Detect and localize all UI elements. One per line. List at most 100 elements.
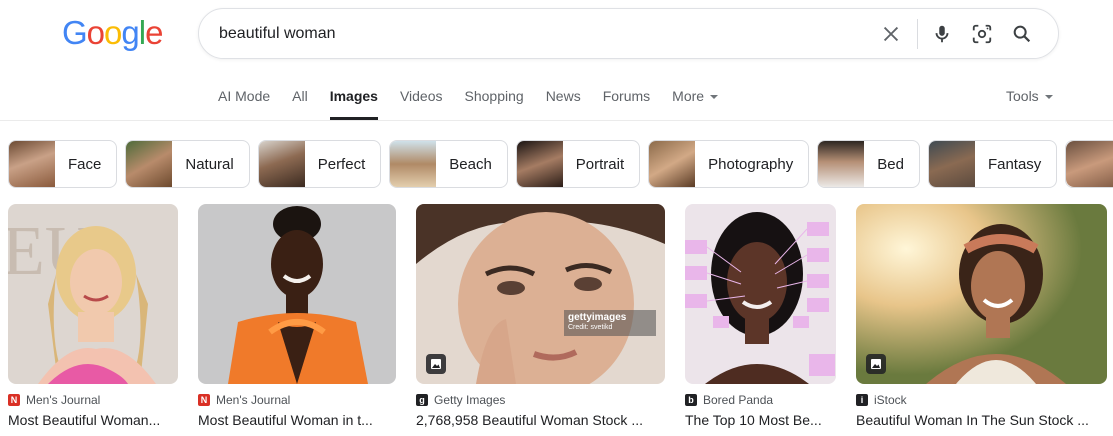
image-result[interactable]: N Men's Journal Most Beautiful Woman in … [198, 204, 396, 428]
result-thumbnail: EU [8, 204, 178, 384]
chip-photography[interactable]: Photography [648, 140, 810, 188]
chip-thumbnail [818, 141, 865, 187]
result-title[interactable]: Beautiful Woman In The Sun Stock ... [856, 412, 1107, 428]
refinement-chips: Face Natural Perfect Beach Portrait Phot… [8, 140, 1113, 188]
search-divider [917, 18, 918, 49]
chip-thumbnail [126, 141, 173, 187]
chip-label: Natural [185, 155, 234, 173]
chip-thumbnail [258, 141, 305, 187]
source-name: Men's Journal [216, 393, 291, 407]
result-thumbnail [856, 204, 1107, 384]
image-icon [431, 359, 441, 369]
result-image [856, 204, 1107, 384]
search-tabs: AI Mode All Images Videos Shopping News … [218, 88, 740, 120]
tab-more[interactable]: More [672, 88, 719, 120]
favicon: g [416, 394, 428, 406]
chip-portrait[interactable]: Portrait [515, 140, 641, 188]
tab-shopping[interactable]: Shopping [465, 88, 524, 120]
image-search-button[interactable] [962, 14, 1002, 54]
result-title[interactable]: The Top 10 Most Be... [685, 412, 836, 428]
source-name: Getty Images [434, 393, 506, 407]
result-thumbnail: gettyimages Credit: svetikd [416, 204, 665, 384]
image-badge [866, 354, 886, 374]
watermark-brand: gettyimages [568, 312, 627, 323]
chip-label: Fantasy [987, 155, 1042, 173]
search-tools [871, 9, 1042, 58]
chip-label: Perfect [317, 155, 366, 173]
search-icon [1013, 25, 1031, 42]
result-title[interactable]: Most Beautiful Woman... [8, 412, 178, 428]
chip-natural[interactable]: Natural [125, 140, 250, 188]
chip-bed[interactable]: Bed [817, 140, 920, 188]
search-submit-button[interactable] [1002, 14, 1042, 54]
source-name: Men's Journal [26, 393, 101, 407]
image-result[interactable]: gettyimages Credit: svetikd g Getty Imag… [416, 204, 665, 428]
logo-letter: g [121, 14, 139, 51]
result-source[interactable]: i iStock [856, 393, 1107, 407]
close-icon [883, 26, 899, 41]
watermark-credit: Credit: svetikd [568, 324, 613, 331]
chip-label: Beach [449, 155, 492, 173]
chip-thumbnail [9, 141, 55, 187]
result-title[interactable]: 2,768,958 Beautiful Woman Stock ... [416, 412, 665, 428]
tab-forums[interactable]: Forums [603, 88, 650, 120]
favicon: N [8, 394, 20, 406]
search-bar [198, 8, 1059, 59]
tab-videos[interactable]: Videos [400, 88, 443, 120]
chip-label: Bed [877, 155, 904, 173]
tab-more-label: More [672, 88, 705, 104]
image-result[interactable]: EU N Men's Journal Most Beautiful Woman.… [8, 204, 178, 428]
chevron-down-icon [710, 95, 719, 99]
microphone-icon [935, 25, 949, 42]
logo-letter: o [86, 14, 105, 51]
logo-letter: o [104, 14, 122, 51]
result-image [416, 204, 665, 384]
chip-label: Photography [708, 155, 794, 173]
result-source[interactable]: N Men's Journal [198, 393, 396, 407]
result-image [198, 204, 396, 384]
tabs-divider [0, 120, 1113, 121]
favicon: b [685, 394, 697, 406]
voice-search-button[interactable] [922, 14, 962, 54]
tab-news[interactable]: News [546, 88, 581, 120]
chip-more[interactable] [1065, 140, 1113, 188]
result-image: EU [8, 204, 178, 384]
favicon: i [856, 394, 868, 406]
tools-label: Tools [1006, 88, 1039, 104]
image-result[interactable]: i iStock Beautiful Woman In The Sun Stoc… [856, 204, 1107, 428]
google-logo[interactable]: Google [62, 14, 163, 52]
chip-thumbnail [390, 141, 437, 187]
clear-search-button[interactable] [871, 14, 911, 54]
chip-thumbnail [649, 141, 696, 187]
chevron-down-icon [1044, 95, 1053, 99]
favicon: N [198, 394, 210, 406]
logo-letter: G [62, 14, 88, 51]
chip-thumbnail [1066, 141, 1113, 187]
chip-thumbnail [516, 141, 563, 187]
result-title[interactable]: Most Beautiful Woman in t... [198, 412, 396, 428]
image-icon [871, 359, 881, 369]
chip-beach[interactable]: Beach [389, 140, 508, 188]
tab-images[interactable]: Images [329, 88, 379, 120]
tab-ai-mode[interactable]: AI Mode [218, 88, 270, 120]
chip-perfect[interactable]: Perfect [257, 140, 382, 188]
image-badge [426, 354, 446, 374]
chip-label: Portrait [575, 155, 625, 173]
search-input[interactable] [219, 18, 869, 49]
chip-face[interactable]: Face [8, 140, 118, 188]
tab-all[interactable]: All [292, 88, 308, 120]
image-result[interactable]: b Bored Panda The Top 10 Most Be... [685, 204, 836, 428]
lens-camera-icon [972, 24, 992, 43]
source-name: iStock [874, 393, 907, 407]
watermark: gettyimages Credit: svetikd [564, 310, 656, 336]
logo-letter: e [145, 14, 163, 51]
chip-thumbnail [928, 141, 975, 187]
chip-fantasy[interactable]: Fantasy [927, 140, 1058, 188]
result-source[interactable]: b Bored Panda [685, 393, 836, 407]
source-name: Bored Panda [703, 393, 774, 407]
result-source[interactable]: g Getty Images [416, 393, 665, 407]
tools-button[interactable]: Tools [1006, 88, 1053, 104]
result-thumbnail [685, 204, 836, 384]
chip-label: Face [68, 155, 102, 173]
result-source[interactable]: N Men's Journal [8, 393, 178, 407]
